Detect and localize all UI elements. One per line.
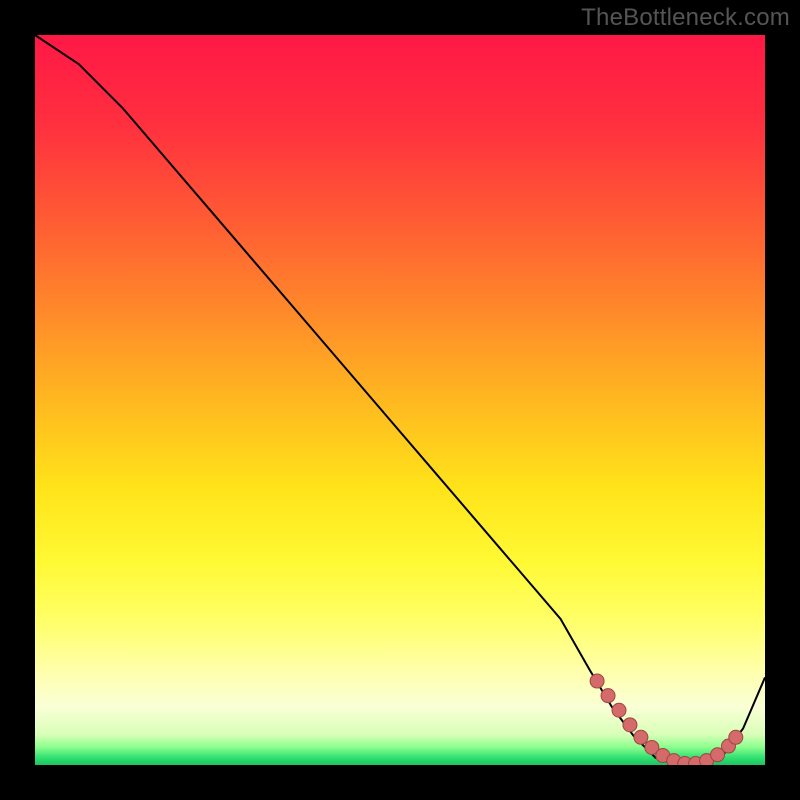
marker-dot	[612, 703, 626, 717]
marker-dot	[634, 730, 648, 744]
marker-dot	[729, 730, 743, 744]
marker-dot	[590, 674, 604, 688]
marker-dot	[601, 689, 615, 703]
chart-frame: TheBottleneck.com	[0, 0, 800, 800]
plot-area	[35, 35, 765, 765]
watermark-text: TheBottleneck.com	[581, 4, 790, 32]
marker-dot	[623, 718, 637, 732]
gradient-background	[35, 35, 765, 765]
chart-svg	[35, 35, 765, 765]
